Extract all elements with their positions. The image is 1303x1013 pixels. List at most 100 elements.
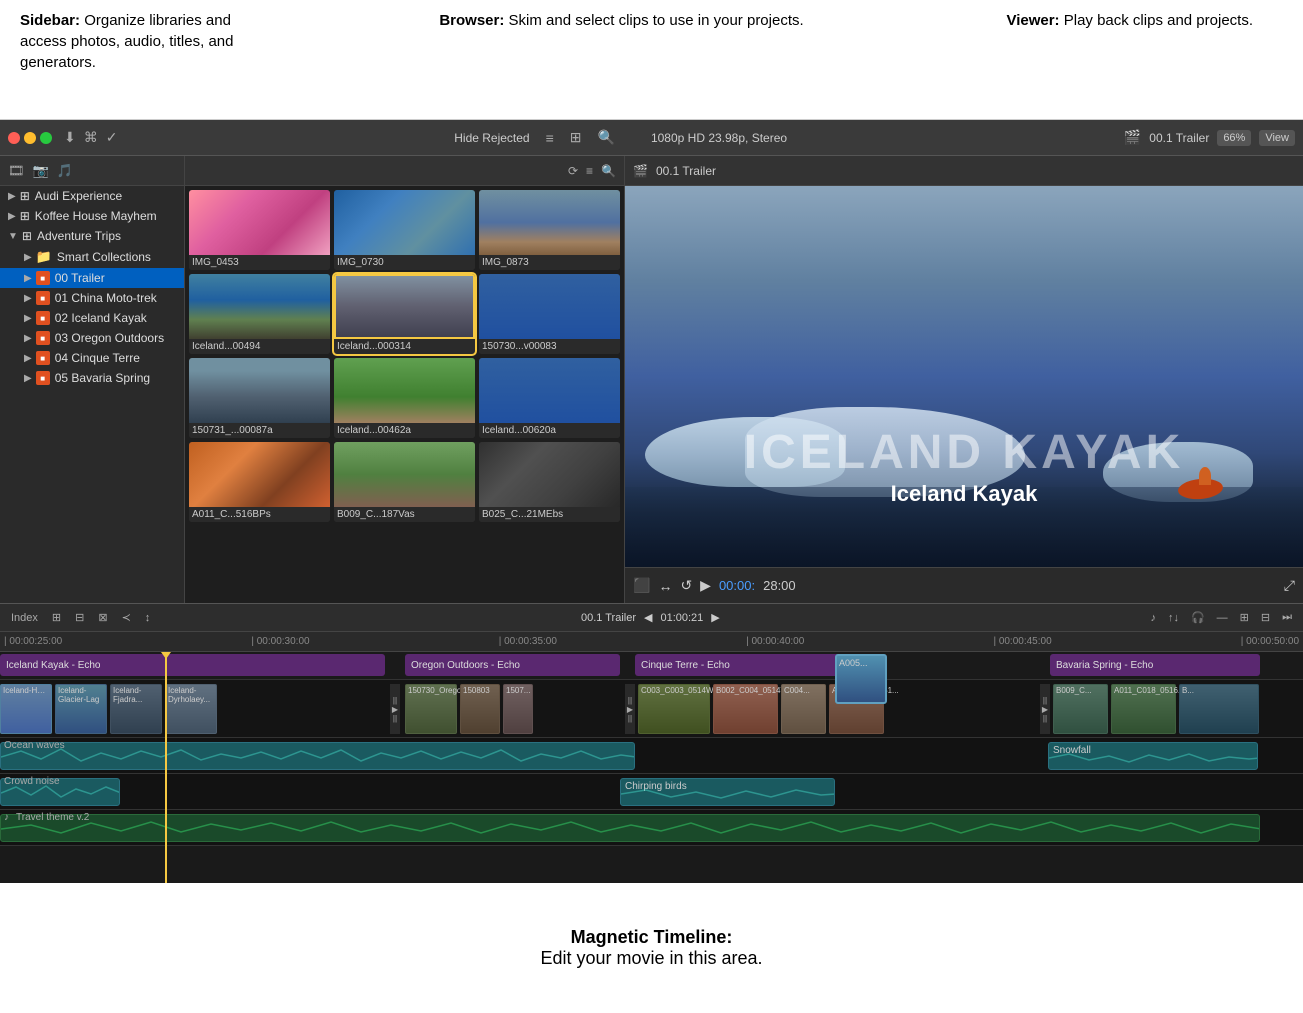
audio-waveform-btn[interactable]: ♪: [1147, 612, 1159, 624]
layout-btn[interactable]: ≡: [586, 164, 593, 178]
vc10-label: C004...: [782, 685, 825, 696]
grid-view-icon[interactable]: ⊞: [570, 129, 582, 146]
clip-img0730[interactable]: IMG_0730: [334, 190, 475, 270]
vc14-label: B...: [1180, 685, 1258, 696]
collapse-arrow-bavaria: ▶: [24, 373, 32, 384]
solo-btn[interactable]: ↑↓: [1165, 612, 1182, 624]
viewer-project: 00.1 Trailer: [656, 164, 716, 178]
sidebar-label-audi: Audi Experience: [35, 189, 122, 203]
clip-connections-btn[interactable]: ⊞: [1237, 611, 1252, 624]
fit-btn[interactable]: ⊟: [1258, 611, 1273, 624]
clip-150730[interactable]: 150730...v00083: [479, 274, 620, 354]
close-button[interactable]: [8, 132, 20, 144]
clip-iceland620a[interactable]: Iceland...00620a: [479, 358, 620, 438]
fullscreen-btn[interactable]: ⤢: [1284, 577, 1295, 594]
viewer-annotation: Viewer: Play back clips and projects.: [903, 10, 1283, 31]
clip-oregon-echo[interactable]: Oregon Outdoors - Echo: [405, 654, 620, 676]
zoom-dropdown[interactable]: 66%: [1217, 130, 1251, 146]
clip-img0873[interactable]: IMG_0873: [479, 190, 620, 270]
play-btn[interactable]: ▶: [700, 577, 711, 594]
mute-btn[interactable]: —: [1214, 612, 1231, 624]
clip-snowfall[interactable]: Snowfall: [1048, 742, 1258, 770]
resolution-info: 1080p HD 23.98p, Stereo: [651, 131, 787, 145]
photos-icon[interactable]: 📷: [33, 163, 49, 179]
video-clip-10[interactable]: C004...: [781, 684, 826, 734]
sidebar-item-adventure[interactable]: ▼ ⊞ Adventure Trips: [0, 226, 184, 246]
clip-87a[interactable]: 150731_...00087a: [189, 358, 330, 438]
clip-ocean-waves[interactable]: [0, 742, 635, 770]
video-clip-13[interactable]: A011_C018_0516...: [1111, 684, 1176, 734]
search-btn[interactable]: 🔍: [601, 164, 616, 178]
video-clip-1[interactable]: Iceland-Hofn-Bea...: [0, 684, 52, 734]
clip-iceland462a[interactable]: Iceland...00462a: [334, 358, 475, 438]
skimmer-btn[interactable]: ↔: [658, 578, 672, 594]
libraries-icon[interactable]: 🎞: [8, 163, 25, 179]
timeline-ruler: | 00:00:25:00 | 00:00:30:00 | 00:00:35:0…: [0, 632, 1303, 652]
clip-b025c[interactable]: B025_C...21MEbs: [479, 442, 620, 522]
zoom-timeline-btn[interactable]: ⊠: [95, 611, 110, 624]
clip-height-btn[interactable]: ⊟: [72, 611, 87, 624]
clip-travel-theme[interactable]: [0, 814, 1260, 842]
go-end-btn[interactable]: ⏭: [1279, 611, 1295, 624]
import-icon[interactable]: ⬇: [64, 129, 76, 146]
sidebar-item-iceland[interactable]: ▶ ■ 02 Iceland Kayak: [0, 308, 184, 328]
ruler-mark-5: | 00:00:45:00: [993, 636, 1051, 647]
video-clip-2[interactable]: Iceland-Glacier-Lag: [55, 684, 107, 734]
list-view-icon[interactable]: ≡: [546, 130, 554, 146]
video-clip-12[interactable]: B009_C...: [1053, 684, 1108, 734]
timeline-project: 00.1 Trailer: [581, 612, 636, 624]
clip-cinque-echo[interactable]: Cinque Terre - Echo: [635, 654, 850, 676]
video-clip-14[interactable]: B...: [1179, 684, 1259, 734]
collapse-arrow-cinque: ▶: [24, 353, 32, 364]
minimize-button[interactable]: [24, 132, 36, 144]
position-btn[interactable]: ↕: [142, 612, 154, 624]
sidebar-item-china[interactable]: ▶ ■ 01 China Moto-trek: [0, 288, 184, 308]
clip-iceland314[interactable]: Iceland...000314: [334, 274, 475, 354]
clip-bavaria-echo[interactable]: Bavaria Spring - Echo: [1050, 654, 1260, 676]
sidebar-item-oregon[interactable]: ▶ ■ 03 Oregon Outdoors: [0, 328, 184, 348]
key-icon[interactable]: ⌘: [84, 129, 98, 146]
clip-chirping-birds[interactable]: Chirping birds: [620, 778, 835, 806]
floating-clip[interactable]: A005...: [835, 654, 887, 704]
video-clip-3[interactable]: Iceland-Fjadra...: [110, 684, 162, 734]
timeline-center: 00.1 Trailer ◀ 01:00:21 ▶: [161, 611, 1139, 624]
clip-appearance-btn[interactable]: ⊞: [49, 611, 64, 624]
clip-img0453[interactable]: IMG_0453: [189, 190, 330, 270]
clip-iceland-kayak-echo[interactable]: Iceland Kayak - Echo: [0, 654, 385, 676]
filter-toggle[interactable]: ⟳: [568, 164, 578, 178]
video-clip-4[interactable]: Iceland-Dyrholaey...: [165, 684, 217, 734]
video-clip-9[interactable]: B002_C004_0514T...: [713, 684, 778, 734]
collapse-arrow-smart: ▶: [24, 252, 32, 263]
clip-b009c[interactable]: B009_C...187Vas: [334, 442, 475, 522]
toolbar-right: 🎬 00.1 Trailer 66% View: [1124, 129, 1295, 146]
clip-a011c[interactable]: A011_C...516BPs: [189, 442, 330, 522]
timeline-timecode: 01:00:21: [660, 612, 703, 624]
maximize-button[interactable]: [40, 132, 52, 144]
sidebar-item-smart-collections[interactable]: ▶ 📁 Smart Collections: [0, 246, 184, 268]
skimmer-timeline-btn[interactable]: ≺: [119, 611, 134, 624]
video-clip-8[interactable]: C003_C003_0514WZacs: [638, 684, 710, 734]
travel-theme-label: Travel theme v.2: [16, 812, 89, 823]
track-separator-1: || ▶ ||: [390, 684, 400, 734]
check-icon[interactable]: ✓: [106, 129, 118, 146]
library-icon-audi: ⊞: [20, 189, 30, 203]
search-icon[interactable]: 🔍: [598, 129, 615, 146]
clip-iceland494[interactable]: Iceland...00494: [189, 274, 330, 354]
app-window: ⬇ ⌘ ✓ Hide Rejected ≡ ⊞ 🔍 1080p HD 23.98…: [0, 120, 1303, 883]
view-button[interactable]: View: [1259, 130, 1295, 146]
sidebar-item-audi[interactable]: ▶ ⊞ Audi Experience: [0, 186, 184, 206]
video-clip-7[interactable]: 1507...: [503, 684, 533, 734]
viewer-controls: ⬛ ↔ ↺ ▶ 00:00: 28:00 ⤢: [625, 567, 1303, 603]
headphones-btn[interactable]: 🎧: [1188, 611, 1208, 624]
media-icon[interactable]: 🎵: [57, 163, 73, 179]
audio-btn[interactable]: ↺: [680, 577, 692, 594]
sidebar-item-cinque[interactable]: ▶ ■ 04 Cinque Terre: [0, 348, 184, 368]
video-clip-6[interactable]: 150803: [460, 684, 500, 734]
hide-rejected-btn[interactable]: Hide Rejected: [454, 131, 529, 145]
sidebar-item-bavaria[interactable]: ▶ ■ 05 Bavaria Spring: [0, 368, 184, 388]
video-clip-5[interactable]: 150730_Oregon_Sur...: [405, 684, 457, 734]
index-btn[interactable]: Index: [8, 612, 41, 624]
sidebar-item-00-trailer[interactable]: ▶ ■ 00 Trailer: [0, 268, 184, 288]
mark-in-btn[interactable]: ⬛: [633, 577, 650, 594]
sidebar-item-koffee[interactable]: ▶ ⊞ Koffee House Mayhem: [0, 206, 184, 226]
